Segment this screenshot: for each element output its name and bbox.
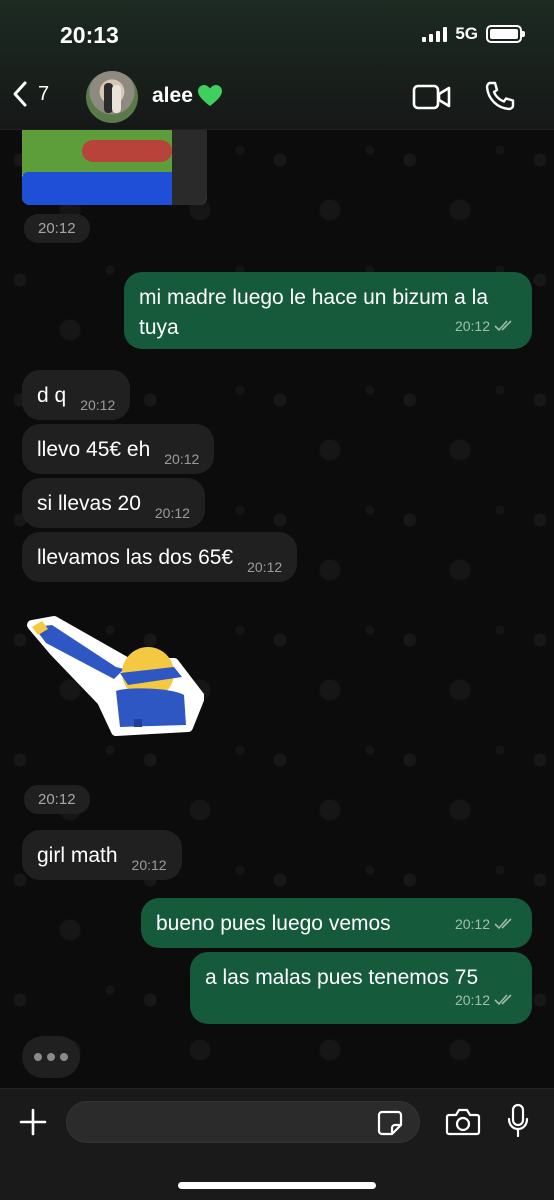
chat-header: 20:13 5G 7 alee <box>0 0 554 130</box>
message-time: 20:12 <box>247 559 283 575</box>
message-bubble-incoming[interactable]: d q 20:12 <box>22 370 131 420</box>
double-check-icon <box>494 918 512 930</box>
avatar[interactable] <box>86 71 138 123</box>
chat-area[interactable]: 20:12 mi madre luego le hace un bizum a … <box>0 130 554 1088</box>
message-meta: 20:12 <box>455 909 516 939</box>
contact-name-label: alee <box>152 84 193 107</box>
message-text: d q <box>37 384 67 407</box>
message-text: girl math <box>37 844 118 867</box>
message-bubble-outgoing[interactable]: a las malas pues tenemos 75 20:12 <box>190 952 532 1024</box>
home-indicator[interactable] <box>178 1182 376 1189</box>
message-bubble-outgoing[interactable]: bueno pues luego vemos 20:12 <box>141 898 532 948</box>
message-bubble-incoming[interactable]: si llevas 20 20:12 <box>22 478 205 528</box>
plus-icon[interactable] <box>18 1107 48 1137</box>
message-text: si llevas 20 <box>37 492 141 515</box>
message-text: a las malas pues tenemos 75 <box>205 966 479 989</box>
message-bubble-incoming[interactable]: girl math 20:12 <box>22 830 182 880</box>
message-meta: 20:12 <box>455 311 516 341</box>
dab-emoji-sticker[interactable] <box>24 615 204 745</box>
phone-call-icon[interactable] <box>484 80 516 112</box>
camera-icon[interactable] <box>445 1107 481 1137</box>
message-text: mi madre luego le hace un bizum a la tuy… <box>139 286 489 339</box>
message-text: bueno pues luego vemos <box>156 912 391 935</box>
network-type: 5G <box>455 24 478 43</box>
unread-count: 7 <box>38 82 50 105</box>
message-meta: 20:12 <box>455 985 516 1015</box>
sticker-timestamp: 20:12 <box>24 785 90 814</box>
double-check-icon <box>494 994 512 1006</box>
battery-icon <box>486 25 525 43</box>
frog-sticker[interactable] <box>22 130 207 205</box>
message-time: 20:12 <box>131 857 167 873</box>
video-call-icon[interactable] <box>412 84 452 110</box>
contact-name[interactable]: alee <box>152 84 223 108</box>
status-time: 20:13 <box>60 22 119 48</box>
message-time: 20:12 <box>454 318 490 334</box>
message-time: 20:12 <box>154 505 190 521</box>
typing-indicator <box>22 1036 80 1078</box>
double-check-icon <box>494 320 512 332</box>
message-time: 20:12 <box>454 916 490 932</box>
message-time: 20:12 <box>454 992 490 1008</box>
chevron-left-icon <box>13 81 27 107</box>
message-text: llevamos las dos 65€ <box>37 546 234 569</box>
message-text: llevo 45€ eh <box>37 438 151 461</box>
message-bubble-outgoing[interactable]: mi madre luego le hace un bizum a la tuy… <box>124 272 532 349</box>
microphone-icon[interactable] <box>506 1103 530 1139</box>
message-bubble-incoming[interactable]: llevo 45€ eh 20:12 <box>22 424 215 474</box>
sticker-timestamp: 20:12 <box>24 214 90 243</box>
signal-icon <box>422 26 448 42</box>
message-input[interactable] <box>66 1101 420 1143</box>
sticker-icon[interactable] <box>376 1109 404 1137</box>
back-button[interactable]: 7 <box>12 80 49 108</box>
message-bubble-incoming[interactable]: llevamos las dos 65€ 20:12 <box>22 532 298 582</box>
message-time: 20:12 <box>164 451 200 467</box>
green-heart-icon <box>197 85 222 106</box>
status-indicators: 5G <box>422 24 525 44</box>
message-time: 20:12 <box>80 397 116 413</box>
